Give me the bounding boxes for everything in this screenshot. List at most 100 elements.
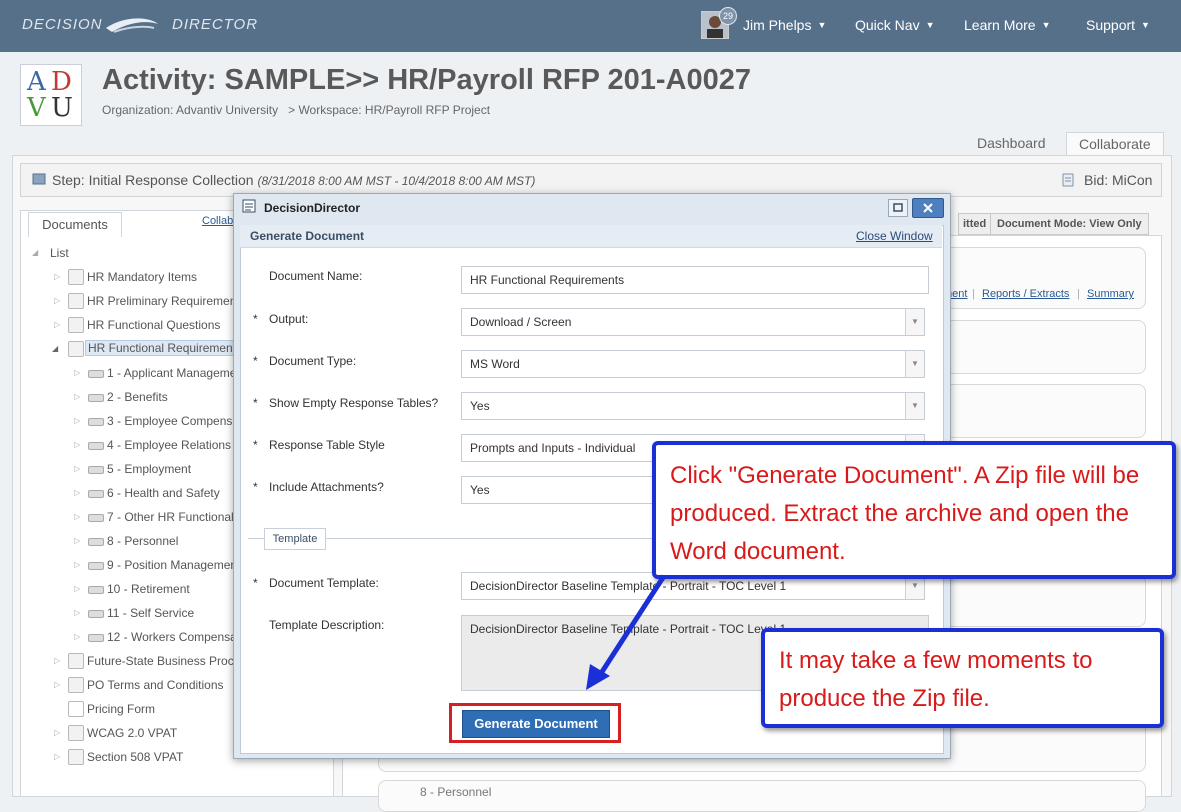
output-label: Output: xyxy=(269,312,309,326)
quick-nav-label: Quick Nav xyxy=(855,17,920,33)
tree-item-label: Section 508 VPAT xyxy=(87,750,184,764)
collapse-arrow-icon[interactable]: ▷ xyxy=(54,752,60,761)
tree-item-label: HR Preliminary Requirements xyxy=(87,294,246,308)
collapse-arrow-icon[interactable]: ▷ xyxy=(74,464,80,473)
collapse-arrow-icon[interactable]: ▷ xyxy=(74,368,80,377)
tree-item-label: HR Functional Questions xyxy=(87,318,221,332)
quick-nav-menu[interactable]: Quick Nav ▼ xyxy=(855,17,935,33)
collapse-arrow-icon[interactable]: ▷ xyxy=(74,416,80,425)
close-window-link[interactable]: Close Window xyxy=(856,229,933,243)
required-marker: * xyxy=(253,354,258,368)
document-name-input[interactable]: HR Functional Requirements xyxy=(461,266,929,294)
collapse-arrow-icon[interactable]: ▷ xyxy=(74,440,80,449)
document-icon xyxy=(1062,173,1074,187)
tree-item-label: PO Terms and Conditions xyxy=(87,678,224,692)
required-marker: * xyxy=(253,438,258,452)
chevron-down-icon: ▼ xyxy=(817,20,827,30)
tree-item-label: HR Mandatory Items xyxy=(87,270,198,284)
section-icon xyxy=(88,634,104,642)
collapse-arrow-icon[interactable]: ▷ xyxy=(74,392,80,401)
breadcrumb-workspace[interactable]: > Workspace: HR/Payroll RFP Project xyxy=(288,103,490,117)
chevron-down-icon: ▼ xyxy=(1041,20,1051,30)
step-label: Step: Initial Response Collection (8/31/… xyxy=(52,172,535,188)
collapse-arrow-icon[interactable]: ▷ xyxy=(74,584,80,593)
tree-item-label: Future-State Business Process xyxy=(87,654,253,668)
tree-child-label: 7 - Other HR Functionality xyxy=(107,510,246,524)
step-name: Step: Initial Response Collection xyxy=(52,172,254,188)
include-attachments-value: Yes xyxy=(470,483,490,497)
tab-collaborate[interactable]: Collaborate xyxy=(1066,132,1164,157)
instruction-callout: Click "Generate Document". A Zip file wi… xyxy=(652,441,1176,579)
collapse-arrow-icon[interactable]: ▷ xyxy=(74,488,80,497)
tree-child-label: 1 - Applicant Management xyxy=(107,366,247,380)
expand-icon[interactable]: ◢ xyxy=(32,248,38,257)
support-label: Support xyxy=(1086,17,1136,33)
tree-child-label: 2 - Benefits xyxy=(107,390,168,404)
link-separator: | xyxy=(972,288,975,300)
dropdown-arrow-icon[interactable]: ▼ xyxy=(905,351,924,377)
learn-more-menu[interactable]: Learn More ▼ xyxy=(964,17,1051,33)
tree-root-label: List xyxy=(50,246,69,260)
maximize-icon xyxy=(893,203,903,212)
collapse-arrow-icon[interactable]: ▷ xyxy=(54,272,60,281)
tab-collab[interactable]: Collab xyxy=(202,215,233,227)
brand-logo-right: DIRECTOR xyxy=(172,16,259,33)
organization-logo: A D V U xyxy=(20,64,82,126)
collapse-arrow-icon[interactable]: ▷ xyxy=(54,728,60,737)
tree-child-label: 10 - Retirement xyxy=(107,582,190,596)
summary-link[interactable]: Summary xyxy=(1087,288,1134,300)
brand-logo-left: DECISION xyxy=(22,16,103,33)
tab-documents[interactable]: Documents xyxy=(28,212,122,237)
learn-more-label: Learn More xyxy=(964,17,1036,33)
section-label: 8 - Personnel xyxy=(420,785,492,799)
tree-child-label: 11 - Self Service xyxy=(107,606,195,620)
collapse-arrow-icon[interactable]: ▷ xyxy=(54,656,60,665)
notification-badge[interactable]: 29 xyxy=(719,7,737,25)
dialog-header-title: Generate Document xyxy=(250,229,365,243)
section-icon xyxy=(88,370,104,378)
user-menu[interactable]: Jim Phelps ▼ xyxy=(743,17,826,33)
required-marker: * xyxy=(253,312,258,326)
tree-item-label: HR Functional Requirements xyxy=(85,340,246,356)
expand-icon[interactable]: ◢ xyxy=(52,344,58,353)
collapse-arrow-icon[interactable]: ▷ xyxy=(74,560,80,569)
dropdown-arrow-icon[interactable]: ▼ xyxy=(905,309,924,335)
required-marker: * xyxy=(253,480,258,494)
tab-dashboard[interactable]: Dashboard xyxy=(965,132,1058,156)
output-select[interactable]: Download / Screen ▼ xyxy=(461,308,925,336)
folder-gear-icon xyxy=(68,293,84,309)
window-icon xyxy=(242,199,256,213)
breadcrumb: Organization: Advantiv University > Work… xyxy=(102,103,490,117)
breadcrumb-organization[interactable]: Organization: Advantiv University xyxy=(102,103,278,117)
show-empty-tables-select[interactable]: Yes ▼ xyxy=(461,392,925,420)
required-marker: * xyxy=(253,576,258,590)
dialog-title: DecisionDirector xyxy=(264,201,361,215)
tree-child-label: 4 - Employee Relations xyxy=(107,438,232,452)
collapse-arrow-icon[interactable]: ▷ xyxy=(74,608,80,617)
collapse-arrow-icon[interactable]: ▷ xyxy=(54,320,60,329)
collapse-arrow-icon[interactable]: ▷ xyxy=(54,680,60,689)
collapse-arrow-icon[interactable]: ▷ xyxy=(74,632,80,641)
collapse-arrow-icon[interactable]: ▷ xyxy=(74,536,80,545)
document-template-label: Document Template: xyxy=(269,576,379,590)
folder-gear-icon xyxy=(68,749,84,765)
section-icon xyxy=(88,562,104,570)
collapse-arrow-icon[interactable]: ▷ xyxy=(54,296,60,305)
response-table-style-label: Response Table Style xyxy=(269,438,385,452)
step-icon xyxy=(32,173,46,185)
maximize-button[interactable] xyxy=(888,199,908,217)
dropdown-arrow-icon[interactable]: ▼ xyxy=(905,393,924,419)
reports-extracts-link[interactable]: Reports / Extracts xyxy=(982,288,1069,300)
collapse-arrow-icon[interactable]: ▷ xyxy=(74,512,80,521)
close-button[interactable] xyxy=(912,198,944,218)
user-name: Jim Phelps xyxy=(743,17,812,33)
page-title: Activity: SAMPLE>> HR/Payroll RFP 201-A0… xyxy=(102,64,751,96)
section-box xyxy=(378,780,1146,812)
tree-child-label: 5 - Employment xyxy=(107,462,192,476)
support-menu[interactable]: Support ▼ xyxy=(1086,17,1150,33)
document-type-select[interactable]: MS Word ▼ xyxy=(461,350,925,378)
folder-gear-icon xyxy=(68,269,84,285)
template-section-label: Template xyxy=(264,528,326,550)
tree-item-label: WCAG 2.0 VPAT xyxy=(87,726,178,740)
section-icon xyxy=(88,538,104,546)
